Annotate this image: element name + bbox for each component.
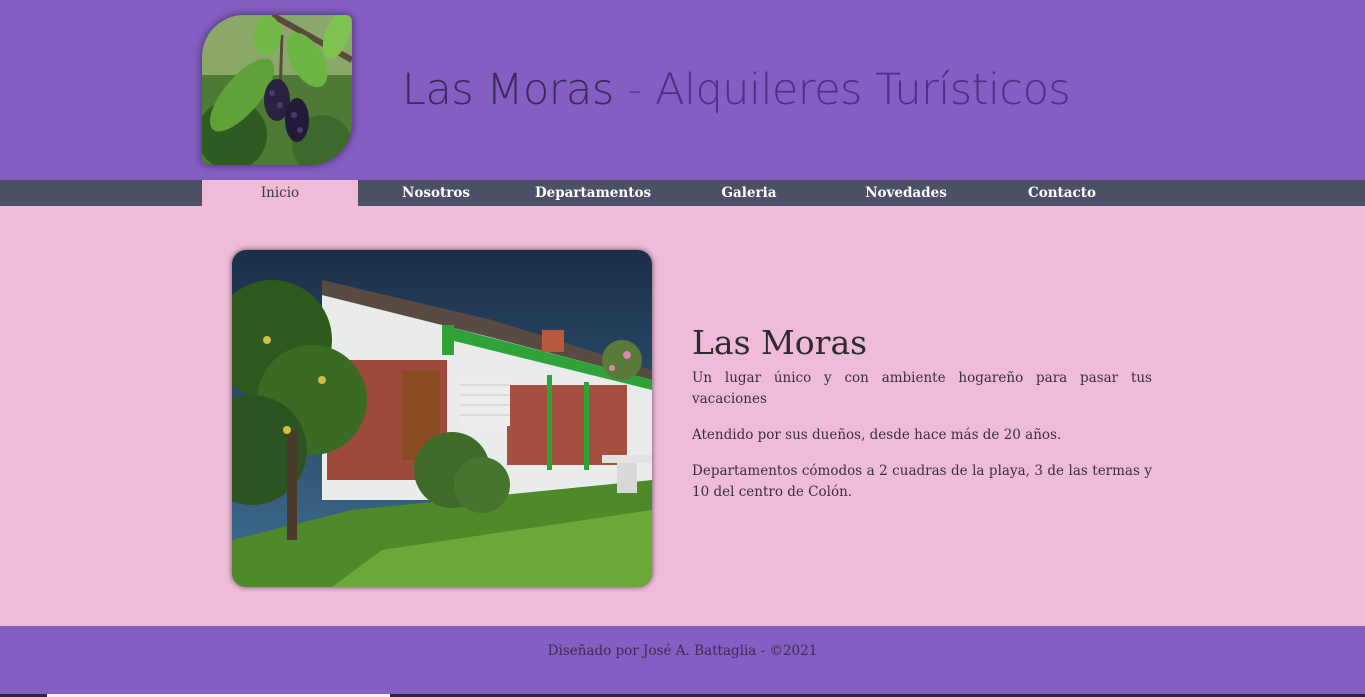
site-name: Las Moras: [402, 65, 614, 115]
nav-item-inicio[interactable]: Inicio: [202, 180, 358, 206]
footer-credit: Diseñado por José A. Battaglia - ©2021: [547, 643, 818, 659]
site-tagline: Alquileres Turísticos: [655, 65, 1071, 115]
main-nav: Inicio Nosotros Departamentos Galeria No…: [0, 180, 1365, 206]
intro-section: Las Moras Un lugar único y con ambiente …: [692, 322, 1152, 518]
nav-item-nosotros[interactable]: Nosotros: [358, 180, 514, 206]
intro-paragraph-2: Atendido por sus dueños, desde hace más …: [692, 427, 1062, 443]
intro-paragraph-1: Un lugar único y con ambiente hogareño p…: [692, 370, 1152, 407]
site-footer: Diseñado por José A. Battaglia - ©2021: [0, 626, 1365, 697]
page-title: Las Moras: [692, 323, 868, 362]
nav-item-novedades[interactable]: Novedades: [828, 180, 984, 206]
site-header: Las Moras - Alquileres Turísticos: [0, 0, 1365, 180]
nav-item-galeria[interactable]: Galeria: [671, 180, 827, 206]
mulberry-logo-icon[interactable]: [202, 15, 352, 165]
intro-paragraph-3: Departamentos cómodos a 2 cuadras de la …: [692, 463, 1152, 500]
nav-item-departamentos[interactable]: Departamentos: [515, 180, 671, 206]
title-separator: -: [626, 65, 643, 115]
site-title: Las Moras - Alquileres Turísticos: [402, 62, 1071, 118]
house-photo: [232, 250, 652, 587]
nav-item-contacto[interactable]: Contacto: [984, 180, 1140, 206]
